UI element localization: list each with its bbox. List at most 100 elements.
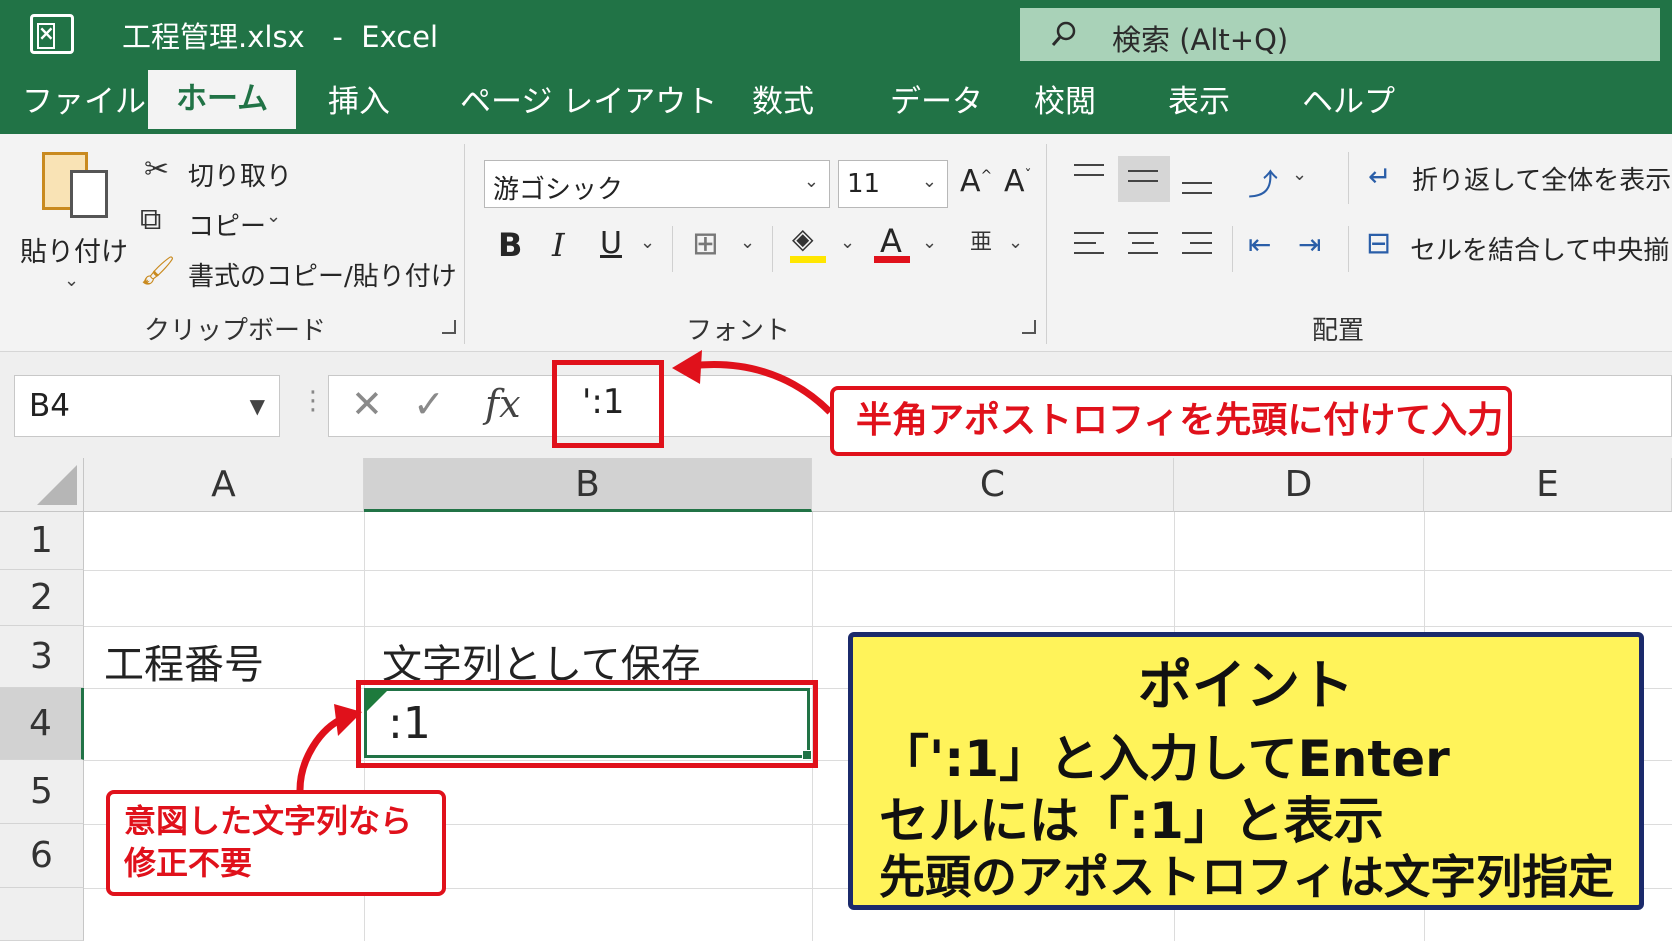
shrink-font-label: A [1004,164,1025,199]
row-header-1[interactable]: 1 [0,512,84,570]
tab-data[interactable]: データ [890,70,983,134]
tab-file[interactable]: ファイル [22,70,146,134]
ribbon-tabs: ファイル ホーム 挿入 ページ レイアウト 数式 データ 校閲 表示 ヘルプ [0,70,1672,134]
clipboard-group-label: クリップボード [144,316,327,346]
column-header-d[interactable]: D [1174,458,1424,512]
drag-handle-icon[interactable]: ⋮ [300,386,326,416]
cell-a3[interactable]: 工程番号 [104,632,264,690]
row-header-4[interactable]: 4 [0,688,84,760]
row-header-3[interactable]: 3 [0,626,84,688]
grow-font-button[interactable]: A^ [960,164,992,199]
format-painter-label: 書式のコピー/貼り付け [188,262,457,292]
borders-icon[interactable]: ⊞ [692,224,719,262]
grid-line [84,570,1672,571]
tab-formulas[interactable]: 数式 [752,70,814,134]
grow-font-label: A [960,164,981,199]
search-icon [1051,21,1076,46]
font-group-label: フォント [686,316,791,346]
italic-button[interactable]: I [552,226,565,264]
search-placeholder: 検索 (Alt+Q) [1112,23,1289,57]
cell-callout: 意図した文字列なら 修正不要 [106,790,446,896]
bold-button[interactable]: B [498,226,522,264]
ribbon-separator [1348,226,1349,272]
search-box[interactable]: 検索 (Alt+Q) [1020,8,1660,61]
copy-dropdown-icon: ⌄ [266,206,282,227]
tab-insert[interactable]: 挿入 [328,70,390,134]
align-top-button[interactable] [1074,164,1108,194]
wrap-text-label: 折り返して全体を表示 [1412,166,1672,196]
chevron-down-icon: ▼ [249,394,265,418]
tab-view[interactable]: 表示 [1168,70,1230,134]
row-header-2[interactable]: 2 [0,570,84,626]
fill-color-icon[interactable]: ◈ [792,222,814,255]
fill-color-swatch [790,256,826,263]
font-color-dropdown-icon[interactable]: ⌄ [922,232,937,253]
align-bottom-button[interactable] [1182,174,1216,204]
align-right-button[interactable] [1182,232,1216,262]
merge-cells-icon: ⊟ [1366,226,1392,261]
name-box[interactable]: B4 ▼ [14,375,280,437]
formula-callout: 半角アポストロフィを先頭に付けて入力 [830,386,1512,456]
align-left-button[interactable] [1074,232,1108,262]
cut-label: 切り取り [188,162,293,192]
alignment-group-label: 配置 [1312,316,1365,346]
column-header-c[interactable]: C [812,458,1174,512]
ribbon-separator [1232,226,1233,272]
name-box-value: B4 [29,388,70,424]
ribbon-separator [1348,152,1349,204]
row-header-7[interactable] [0,888,84,941]
tab-home[interactable]: ホーム [148,70,297,134]
ribbon: 貼り付け ⌄ ✂ 切り取り ⧉ コピー ⌄ 🖌 書式のコピー/貼り付け クリップ… [0,134,1672,352]
excel-app-icon [30,14,74,54]
cancel-icon[interactable]: ✕ [351,382,383,426]
grid-line [84,626,1672,627]
tab-page-layout[interactable]: ページ レイアウト [460,70,717,134]
ribbon-separator [772,226,773,272]
paste-paper-icon [70,170,108,218]
orientation-icon[interactable]: ⤴ [1248,160,1278,204]
increase-indent-icon[interactable]: ⇥ [1298,228,1321,261]
copy-icon: ⧉ [140,202,162,237]
point-line-3: 先頭のアポストロフィは文字列指定 [879,850,1615,904]
align-middle-button[interactable] [1118,156,1170,202]
clipboard-launcher-icon[interactable] [442,320,456,334]
orientation-dropdown-icon[interactable]: ⌄ [1292,164,1307,185]
font-launcher-icon[interactable] [1022,320,1036,334]
font-size-select[interactable]: 11 ⌄ [838,160,948,208]
align-center-button[interactable] [1128,232,1162,262]
scissors-icon: ✂ [144,152,170,187]
paste-label: 貼り付け [20,237,128,268]
column-header-e[interactable]: E [1424,458,1672,512]
font-color-button[interactable]: A [880,222,902,260]
select-all-button[interactable] [0,458,84,512]
shrink-font-button[interactable]: Aˇ [1004,164,1032,199]
column-header-b[interactable]: B [364,458,812,512]
borders-dropdown-icon[interactable]: ⌄ [740,232,755,253]
font-name-select[interactable]: 游ゴシック ⌄ [484,160,830,208]
underline-button[interactable]: U [600,226,622,261]
underline-dropdown-icon[interactable]: ⌄ [640,232,655,253]
font-size-value: 11 [847,169,881,199]
decrease-indent-icon[interactable]: ⇤ [1248,228,1271,261]
format-painter-icon: 🖌 [140,254,176,287]
font-name-value: 游ゴシック [493,175,624,205]
phonetic-guide-icon[interactable]: 亜 [970,224,992,256]
formula-highlight-box [552,360,664,448]
ribbon-separator [672,226,673,272]
font-color-swatch [874,256,910,263]
ribbon-separator [464,144,465,344]
paste-dropdown-icon: ⌄ [64,270,80,291]
wrap-text-icon: ↵ [1368,160,1392,193]
row-header-6[interactable]: 6 [0,824,84,888]
insert-function-icon[interactable]: fx [485,382,521,426]
cell-callout-line2: 修正不要 [124,844,253,882]
fill-color-dropdown-icon[interactable]: ⌄ [840,232,855,253]
cell-highlight-box [356,680,818,768]
point-title: ポイント [1138,654,1354,717]
enter-check-icon[interactable]: ✓ [413,382,445,426]
column-header-a[interactable]: A [84,458,364,512]
row-header-5[interactable]: 5 [0,760,84,824]
tab-help[interactable]: ヘルプ [1302,70,1395,134]
phonetic-dropdown-icon[interactable]: ⌄ [1008,232,1023,253]
tab-review[interactable]: 校閲 [1034,70,1096,134]
